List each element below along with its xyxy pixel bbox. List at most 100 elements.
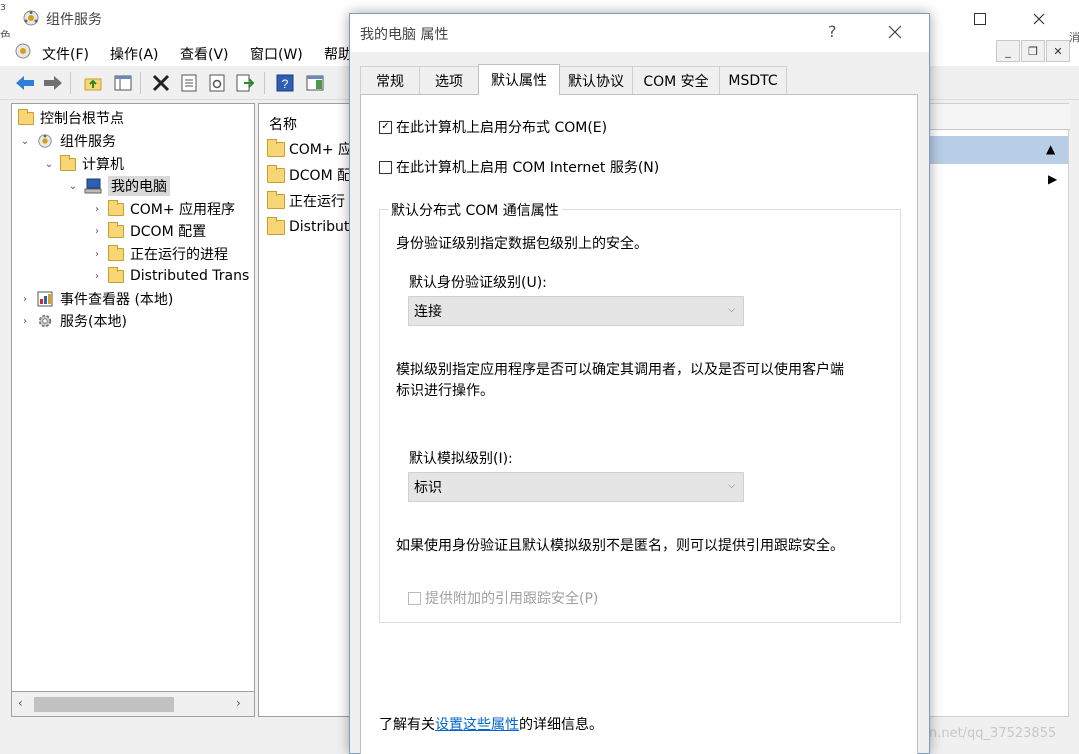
tree-node-label: 计算机 <box>82 157 124 173</box>
tree-node-label: 组件服务 <box>60 134 116 150</box>
enable-com-internet-label: 在此计算机上启用 COM Internet 服务(N) <box>396 160 660 176</box>
tree-node-console-root[interactable]: 控制台根节点 <box>16 107 124 129</box>
submenu-arrow-icon[interactable]: ▶ <box>1048 172 1057 186</box>
tree-horizontal-scrollbar[interactable]: ‹ › <box>11 691 255 717</box>
results-list-pane: 名称 COM+ 应 DCOM 配 正在运行 Distribute <box>258 103 358 717</box>
chevron-right-icon[interactable]: › <box>18 316 32 327</box>
tree-node-component-services[interactable]: ⌄ 组件服务 <box>18 130 116 152</box>
show-hide-tree-button[interactable] <box>112 72 134 94</box>
scroll-left-icon[interactable]: ‹ <box>18 696 23 710</box>
scrollbar-thumb[interactable] <box>34 697 174 712</box>
menu-help[interactable]: 帮助 <box>324 44 352 64</box>
menu-action[interactable]: 操作(A) <box>110 44 159 64</box>
menu-window[interactable]: 窗口(W) <box>250 44 303 64</box>
help-button[interactable]: ? <box>828 22 837 41</box>
tab-com-security[interactable]: COM 安全 <box>632 66 720 94</box>
folder-icon <box>267 216 285 235</box>
chevron-right-icon[interactable]: › <box>90 249 104 260</box>
tree-node-dcom-config[interactable]: › DCOM 配置 <box>90 220 206 242</box>
restore-icon: ❐ <box>1028 44 1038 58</box>
list-item[interactable]: DCOM 配 <box>267 164 351 186</box>
impersonation-level-select[interactable]: 标识 ⌵ <box>408 472 744 502</box>
close-button[interactable] <box>1016 0 1062 38</box>
enable-com-internet-checkbox-row[interactable]: 在此计算机上启用 COM Internet 服务(N) <box>379 157 659 177</box>
refresh-button[interactable] <box>206 72 228 94</box>
tab-msdtc[interactable]: MSDTC <box>719 66 787 94</box>
tree-node-running-processes[interactable]: › 正在运行的进程 <box>90 243 228 265</box>
chevron-right-icon[interactable]: › <box>90 226 104 237</box>
chevron-down-icon[interactable]: ⌄ <box>42 159 56 170</box>
delete-x-icon <box>152 74 170 92</box>
component-services-icon <box>23 10 39 26</box>
reference-tracking-checkbox <box>408 591 421 605</box>
chevron-down-icon[interactable]: ⌄ <box>18 136 32 147</box>
forward-button[interactable] <box>42 72 64 94</box>
chevron-down-icon[interactable]: ⌄ <box>66 181 80 192</box>
enable-dcom-checkbox-row[interactable]: ✓ 在此计算机上启用分布式 COM(E) <box>379 117 607 137</box>
tree-node-com-plus-applications[interactable]: › COM+ 应用程序 <box>90 198 235 220</box>
tree-node-my-computer[interactable]: ⌄ 我的电脑 <box>66 175 170 197</box>
enable-com-internet-checkbox[interactable] <box>379 160 392 174</box>
delete-button[interactable] <box>150 72 172 94</box>
scroll-right-icon[interactable]: › <box>236 696 241 710</box>
configure-properties-link[interactable]: 设置这些属性 <box>435 717 519 733</box>
console-tree-pane: 控制台根节点 ⌄ 组件服务 ⌄ 计算机 ⌄ 我的电脑 › COM+ 应用程序 ›… <box>11 103 255 717</box>
reference-tracking-description: 如果使用身份验证且默认模拟级别不是匿名，则可以提供引用跟踪安全。 <box>396 538 844 554</box>
actions-header <box>930 104 1070 130</box>
mdi-restore-button[interactable]: ❐ <box>1021 40 1045 62</box>
list-item[interactable]: 正在运行 <box>267 190 345 212</box>
component-services-icon <box>38 134 52 148</box>
collapse-up-icon[interactable]: ▲ <box>1046 142 1055 156</box>
list-item-label: COM+ 应 <box>289 142 353 158</box>
edge-text-top-left: з <box>0 0 6 13</box>
chevron-right-icon[interactable]: › <box>18 294 32 305</box>
up-level-button[interactable] <box>82 72 104 94</box>
list-item-label: Distribute <box>289 219 358 235</box>
auth-level-description: 身份验证级别指定数据包级别上的安全。 <box>396 236 648 252</box>
menu-view[interactable]: 查看(V) <box>180 44 229 64</box>
event-viewer-icon <box>37 291 53 307</box>
show-action-pane-button[interactable] <box>304 72 326 94</box>
component-services-icon[interactable] <box>14 42 32 60</box>
tree-node-services-local[interactable]: › 服务(本地) <box>18 310 127 332</box>
tab-general[interactable]: 常规 <box>360 66 420 94</box>
toolbar-separator <box>264 72 265 94</box>
close-icon <box>888 25 902 39</box>
maximize-button[interactable] <box>957 0 1003 38</box>
tree-node-event-viewer[interactable]: › 事件查看器 (本地) <box>18 288 173 310</box>
chevron-down-icon: ⌵ <box>728 481 735 491</box>
export-list-button[interactable] <box>234 72 256 94</box>
menu-file[interactable]: 文件(F) <box>42 44 89 64</box>
toolbar-separator <box>70 72 71 94</box>
svg-text:?: ? <box>282 77 289 91</box>
tree-node-label: 服务(本地) <box>60 314 127 330</box>
auth-level-select[interactable]: 连接 ⌵ <box>408 296 744 326</box>
more-info-prefix: 了解有关 <box>379 717 435 733</box>
tab-default-protocols[interactable]: 默认协议 <box>559 66 633 94</box>
dialog-close-button[interactable] <box>888 20 902 44</box>
tree-node-computers[interactable]: ⌄ 计算机 <box>42 153 124 175</box>
properties-button[interactable] <box>178 72 200 94</box>
mdi-close-button[interactable]: ✕ <box>1046 40 1070 62</box>
help-button[interactable]: ? <box>274 72 296 94</box>
tab-default-properties[interactable]: 默认属性 <box>478 64 560 95</box>
back-button[interactable] <box>14 72 36 94</box>
chevron-right-icon[interactable]: › <box>90 271 104 282</box>
my-computer-properties-dialog: 我的电脑 属性 ? 常规 选项 默认属性 默认协议 COM 安全 MSDTC ✓… <box>349 13 930 754</box>
tree-node-label: 我的电脑 <box>108 176 170 196</box>
chevron-right-icon[interactable]: › <box>90 204 104 215</box>
more-info-suffix: 的详细信息。 <box>519 717 603 733</box>
reference-tracking-label: 提供附加的引用跟踪安全(P) <box>425 591 599 607</box>
tree-node-distributed-transaction[interactable]: › Distributed Trans <box>90 265 249 287</box>
minimize-icon: _ <box>1005 44 1011 58</box>
list-item[interactable]: COM+ 应 <box>267 138 352 160</box>
dialog-title: 我的电脑 属性 <box>360 27 449 43</box>
tab-options[interactable]: 选项 <box>419 66 479 94</box>
mdi-minimize-button[interactable]: _ <box>996 40 1020 62</box>
list-item[interactable]: Distribute <box>267 216 358 238</box>
close-icon <box>1033 13 1045 25</box>
folder-icon <box>267 138 285 157</box>
column-header-name[interactable]: 名称 <box>269 114 297 134</box>
enable-dcom-checkbox[interactable]: ✓ <box>379 120 392 134</box>
impersonation-description-line-1: 模拟级别指定应用程序是否可以确定其调用者，以及是否可以使用客户端 <box>396 362 844 378</box>
